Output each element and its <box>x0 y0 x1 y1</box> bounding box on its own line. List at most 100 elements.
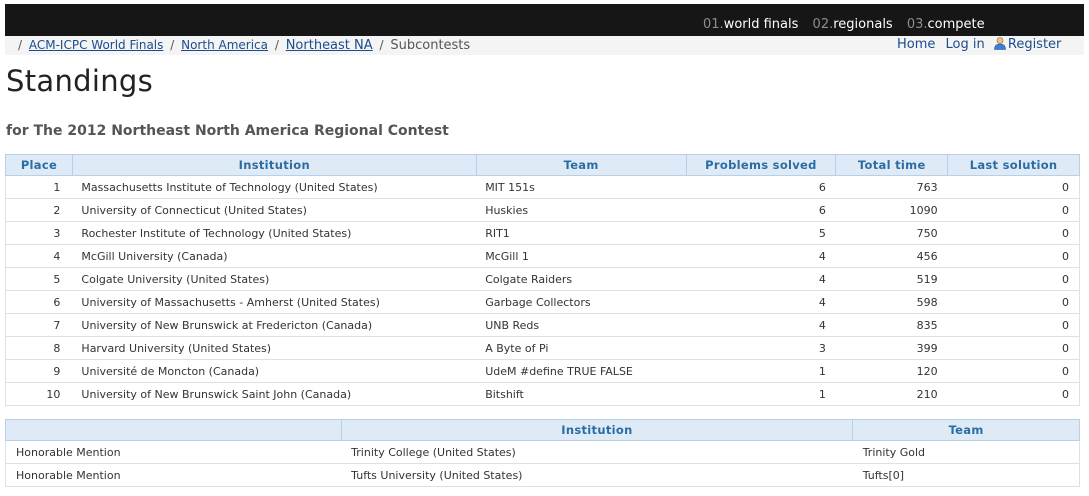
nav-number: 01. <box>703 17 724 32</box>
column-header-problems-solved[interactable]: Problems solved <box>685 154 837 176</box>
column-header-place[interactable]: Place <box>5 154 73 176</box>
breadcrumb-separator: / <box>379 38 384 52</box>
user-nav: Home Log in Register <box>897 36 1061 53</box>
table-row: 3 Rochester Institute of Technology (Uni… <box>5 221 1080 245</box>
table-row: 9 Université de Moncton (Canada) UdeM #d… <box>5 359 1080 383</box>
register-link[interactable]: Register <box>1008 37 1062 52</box>
cell-team: Huskies <box>476 198 687 222</box>
cell-team: A Byte of Pi <box>476 336 687 360</box>
main-nav: 01.world finals 02.regionals 03.compete <box>703 16 995 34</box>
table-row: 7 University of New Brunswick at Frederi… <box>5 313 1080 337</box>
nav-regionals[interactable]: 02.regionals <box>813 17 893 32</box>
cell-team: MIT 151s <box>476 175 687 199</box>
cell-mention: Honorable Mention <box>5 463 342 487</box>
breadcrumb-separator: / <box>18 38 23 52</box>
nav-label: world finals <box>723 17 799 32</box>
cell-place: 3 <box>5 221 73 245</box>
cell-team: Tufts[0] <box>852 463 1080 487</box>
column-header-total-time[interactable]: Total time <box>835 154 949 176</box>
cell-place: 4 <box>5 244 73 268</box>
cell-last-solution: 0 <box>947 382 1080 406</box>
nav-number: 03. <box>906 17 928 32</box>
cell-place: 2 <box>5 198 73 222</box>
table-row: 10 University of New Brunswick Saint Joh… <box>5 382 1080 406</box>
cell-problems-solved: 4 <box>686 313 836 337</box>
cell-total-time: 456 <box>835 244 948 268</box>
cell-problems-solved: 4 <box>686 244 836 268</box>
nav-compete[interactable]: 03.compete <box>907 17 985 32</box>
table-row: Honorable Mention Trinity College (Unite… <box>5 440 1080 464</box>
cell-total-time: 763 <box>835 175 948 199</box>
standings-table: Place Institution Team Problems solved T… <box>5 154 1080 406</box>
breadcrumb-separator: / <box>274 38 279 52</box>
cell-place: 7 <box>5 313 73 337</box>
cell-place: 8 <box>5 336 73 360</box>
cell-team: Trinity Gold <box>852 440 1080 464</box>
nav-label: compete <box>927 17 985 32</box>
user-icon <box>993 36 1007 50</box>
page-title: Standings <box>6 64 153 98</box>
cell-place: 6 <box>5 290 73 314</box>
table-row: Honorable Mention Tufts University (Unit… <box>5 463 1080 487</box>
breadcrumb-world-finals[interactable]: ACM-ICPC World Finals <box>29 38 164 52</box>
cell-last-solution: 0 <box>947 290 1080 314</box>
column-header-institution[interactable]: Institution <box>71 154 477 176</box>
cell-total-time: 598 <box>835 290 948 314</box>
cell-problems-solved: 6 <box>686 198 836 222</box>
cell-place: 10 <box>5 382 73 406</box>
login-link[interactable]: Log in <box>946 37 985 52</box>
breadcrumb-north-america[interactable]: North America <box>181 38 268 52</box>
cell-problems-solved: 6 <box>686 175 836 199</box>
cell-total-time: 210 <box>835 382 948 406</box>
table-row: 4 McGill University (Canada) McGill 1 4 … <box>5 244 1080 268</box>
cell-problems-solved: 3 <box>686 336 836 360</box>
cell-problems-solved: 5 <box>686 221 836 245</box>
cell-institution: Massachusetts Institute of Technology (U… <box>72 175 477 199</box>
cell-institution: Tufts University (United States) <box>341 463 853 487</box>
cell-last-solution: 0 <box>947 336 1080 360</box>
nav-label: regionals <box>833 17 893 32</box>
cell-team: Garbage Collectors <box>476 290 687 314</box>
cell-team: UdeM #define TRUE FALSE <box>476 359 687 383</box>
honorable-header-row: Institution Team <box>5 419 1080 441</box>
cell-last-solution: 0 <box>947 359 1080 383</box>
breadcrumb-northeast-na[interactable]: Northeast NA <box>286 38 373 53</box>
cell-institution: Rochester Institute of Technology (Unite… <box>72 221 477 245</box>
home-link[interactable]: Home <box>897 37 935 52</box>
cell-last-solution: 0 <box>947 175 1080 199</box>
column-header-team[interactable]: Team <box>475 154 687 176</box>
column-header-last-solution[interactable]: Last solution <box>947 154 1080 176</box>
cell-total-time: 835 <box>835 313 948 337</box>
cell-institution: Université de Moncton (Canada) <box>72 359 477 383</box>
cell-institution: McGill University (Canada) <box>72 244 477 268</box>
breadcrumb-separator: / <box>170 38 175 52</box>
column-header-mention <box>5 419 342 441</box>
cell-institution: Harvard University (United States) <box>72 336 477 360</box>
table-row: 8 Harvard University (United States) A B… <box>5 336 1080 360</box>
cell-total-time: 750 <box>835 221 948 245</box>
cell-team: McGill 1 <box>476 244 687 268</box>
cell-total-time: 519 <box>835 267 948 291</box>
cell-problems-solved: 1 <box>686 382 836 406</box>
honorable-mention-table: Institution Team Honorable Mention Trini… <box>5 419 1080 487</box>
cell-institution: University of New Brunswick Saint John (… <box>72 382 477 406</box>
cell-team: Bitshift <box>476 382 687 406</box>
nav-number: 02. <box>812 17 834 32</box>
cell-last-solution: 0 <box>947 244 1080 268</box>
breadcrumb: / ACM-ICPC World Finals / North America … <box>15 37 470 54</box>
table-row: 1 Massachusetts Institute of Technology … <box>5 175 1080 199</box>
cell-place: 1 <box>5 175 73 199</box>
cell-place: 9 <box>5 359 73 383</box>
standings-header-row: Place Institution Team Problems solved T… <box>5 154 1080 176</box>
cell-total-time: 399 <box>835 336 948 360</box>
column-header-team[interactable]: Team <box>852 419 1080 441</box>
table-row: 2 University of Connecticut (United Stat… <box>5 198 1080 222</box>
cell-mention: Honorable Mention <box>5 440 342 464</box>
cell-institution: University of Connecticut (United States… <box>72 198 477 222</box>
column-header-institution[interactable]: Institution <box>340 419 854 441</box>
page-subtitle: for The 2012 Northeast North America Reg… <box>6 123 449 139</box>
cell-problems-solved: 1 <box>686 359 836 383</box>
cell-place: 5 <box>5 267 73 291</box>
nav-world-finals[interactable]: 01.world finals <box>703 17 798 32</box>
cell-institution: University of New Brunswick at Frederict… <box>72 313 477 337</box>
